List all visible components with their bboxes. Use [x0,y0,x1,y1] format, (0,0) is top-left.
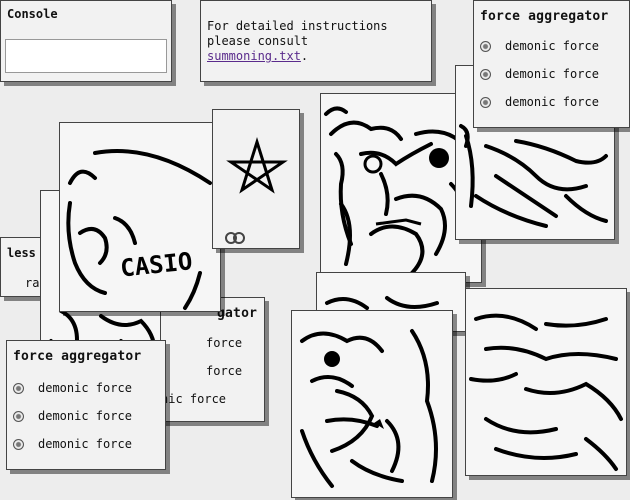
force-option[interactable]: demonic force [13,381,132,395]
force-option-label: demonic force [505,95,599,109]
force-option[interactable]: demonic force [480,67,599,81]
force-option-label: demonic force [38,437,132,451]
force-aggregator-top-window: force aggregator demonic force demonic f… [473,0,630,128]
radio-button-icon[interactable] [480,40,491,52]
radio-button-icon[interactable] [13,382,24,394]
force-option[interactable]: demonic force [13,437,132,451]
partial-window-text: ra [25,276,40,290]
force-option-label: force [206,364,243,378]
force-option-label: demonic force [38,409,132,423]
monster-image-bottom-center[interactable] [291,310,453,498]
radio-button-icon[interactable] [480,96,491,108]
summoning-link[interactable]: summoning.txt [207,49,301,63]
force-option[interactable]: demonic force [13,409,132,423]
partial-window-title: less [7,246,36,260]
force-aggregator-title: force aggregator [13,349,142,364]
radio-button-icon[interactable] [13,410,24,422]
monster-image-bottom-right[interactable] [465,288,627,476]
screaming-monster-drawing [292,311,452,497]
pentagram-window[interactable] [212,109,300,249]
force-aggregator-bottom-window: force aggregator demonic force demonic f… [6,340,166,470]
console-title: Console [7,7,58,21]
instructions-text: For detailed instructions please consult… [207,19,427,64]
console-input[interactable] [5,39,167,73]
casio-image-window[interactable]: CASIO [59,122,221,312]
force-option-label: demonic force [505,39,599,53]
radio-button-icon[interactable] [480,68,491,80]
force-option-label: force [206,336,243,350]
force-option[interactable]: demonic force [480,95,599,109]
force-option[interactable]: demonic force [480,39,599,53]
pentagram-icon [213,110,299,248]
instructions-period: . [300,49,309,63]
beast-claws-drawing [466,289,626,475]
casio-drawing: CASIO [60,123,220,311]
console-window: Console [0,0,172,82]
radio-button-icon[interactable] [13,438,24,450]
partial-aggregator-title: gator [217,306,258,321]
instructions-line-1: For detailed instructions [207,19,388,33]
partial-force-aggregator-window: gator force force nic force [160,297,265,422]
force-option-label: nic force [161,392,227,406]
force-option-label: demonic force [38,381,132,395]
instructions-line-2: please consult [207,34,309,48]
force-aggregator-title: force aggregator [480,9,609,24]
instructions-window: For detailed instructions please consult… [200,0,432,82]
force-option-label: demonic force [505,67,599,81]
